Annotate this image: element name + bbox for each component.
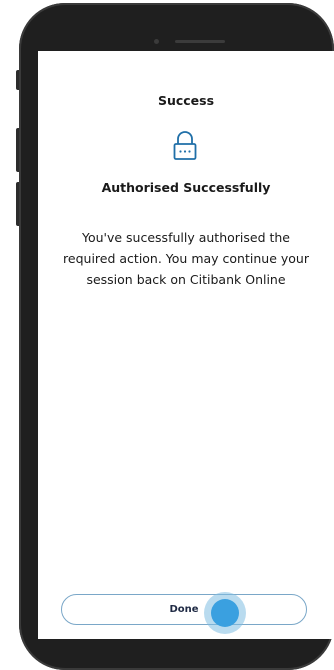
front-camera [154, 39, 159, 44]
earpiece-speaker [175, 40, 225, 43]
done-button[interactable]: Done [61, 594, 307, 625]
success-heading: Authorised Successfully [101, 180, 271, 195]
lock-icon [173, 131, 197, 160]
phone-screen: Success Authorised Successfully You've s… [38, 51, 334, 639]
page-title: Success [157, 93, 215, 108]
success-message: You've sucessfully authorised the requir… [63, 230, 309, 287]
device-frame-container: Success Authorised Successfully You've s… [0, 0, 334, 670]
